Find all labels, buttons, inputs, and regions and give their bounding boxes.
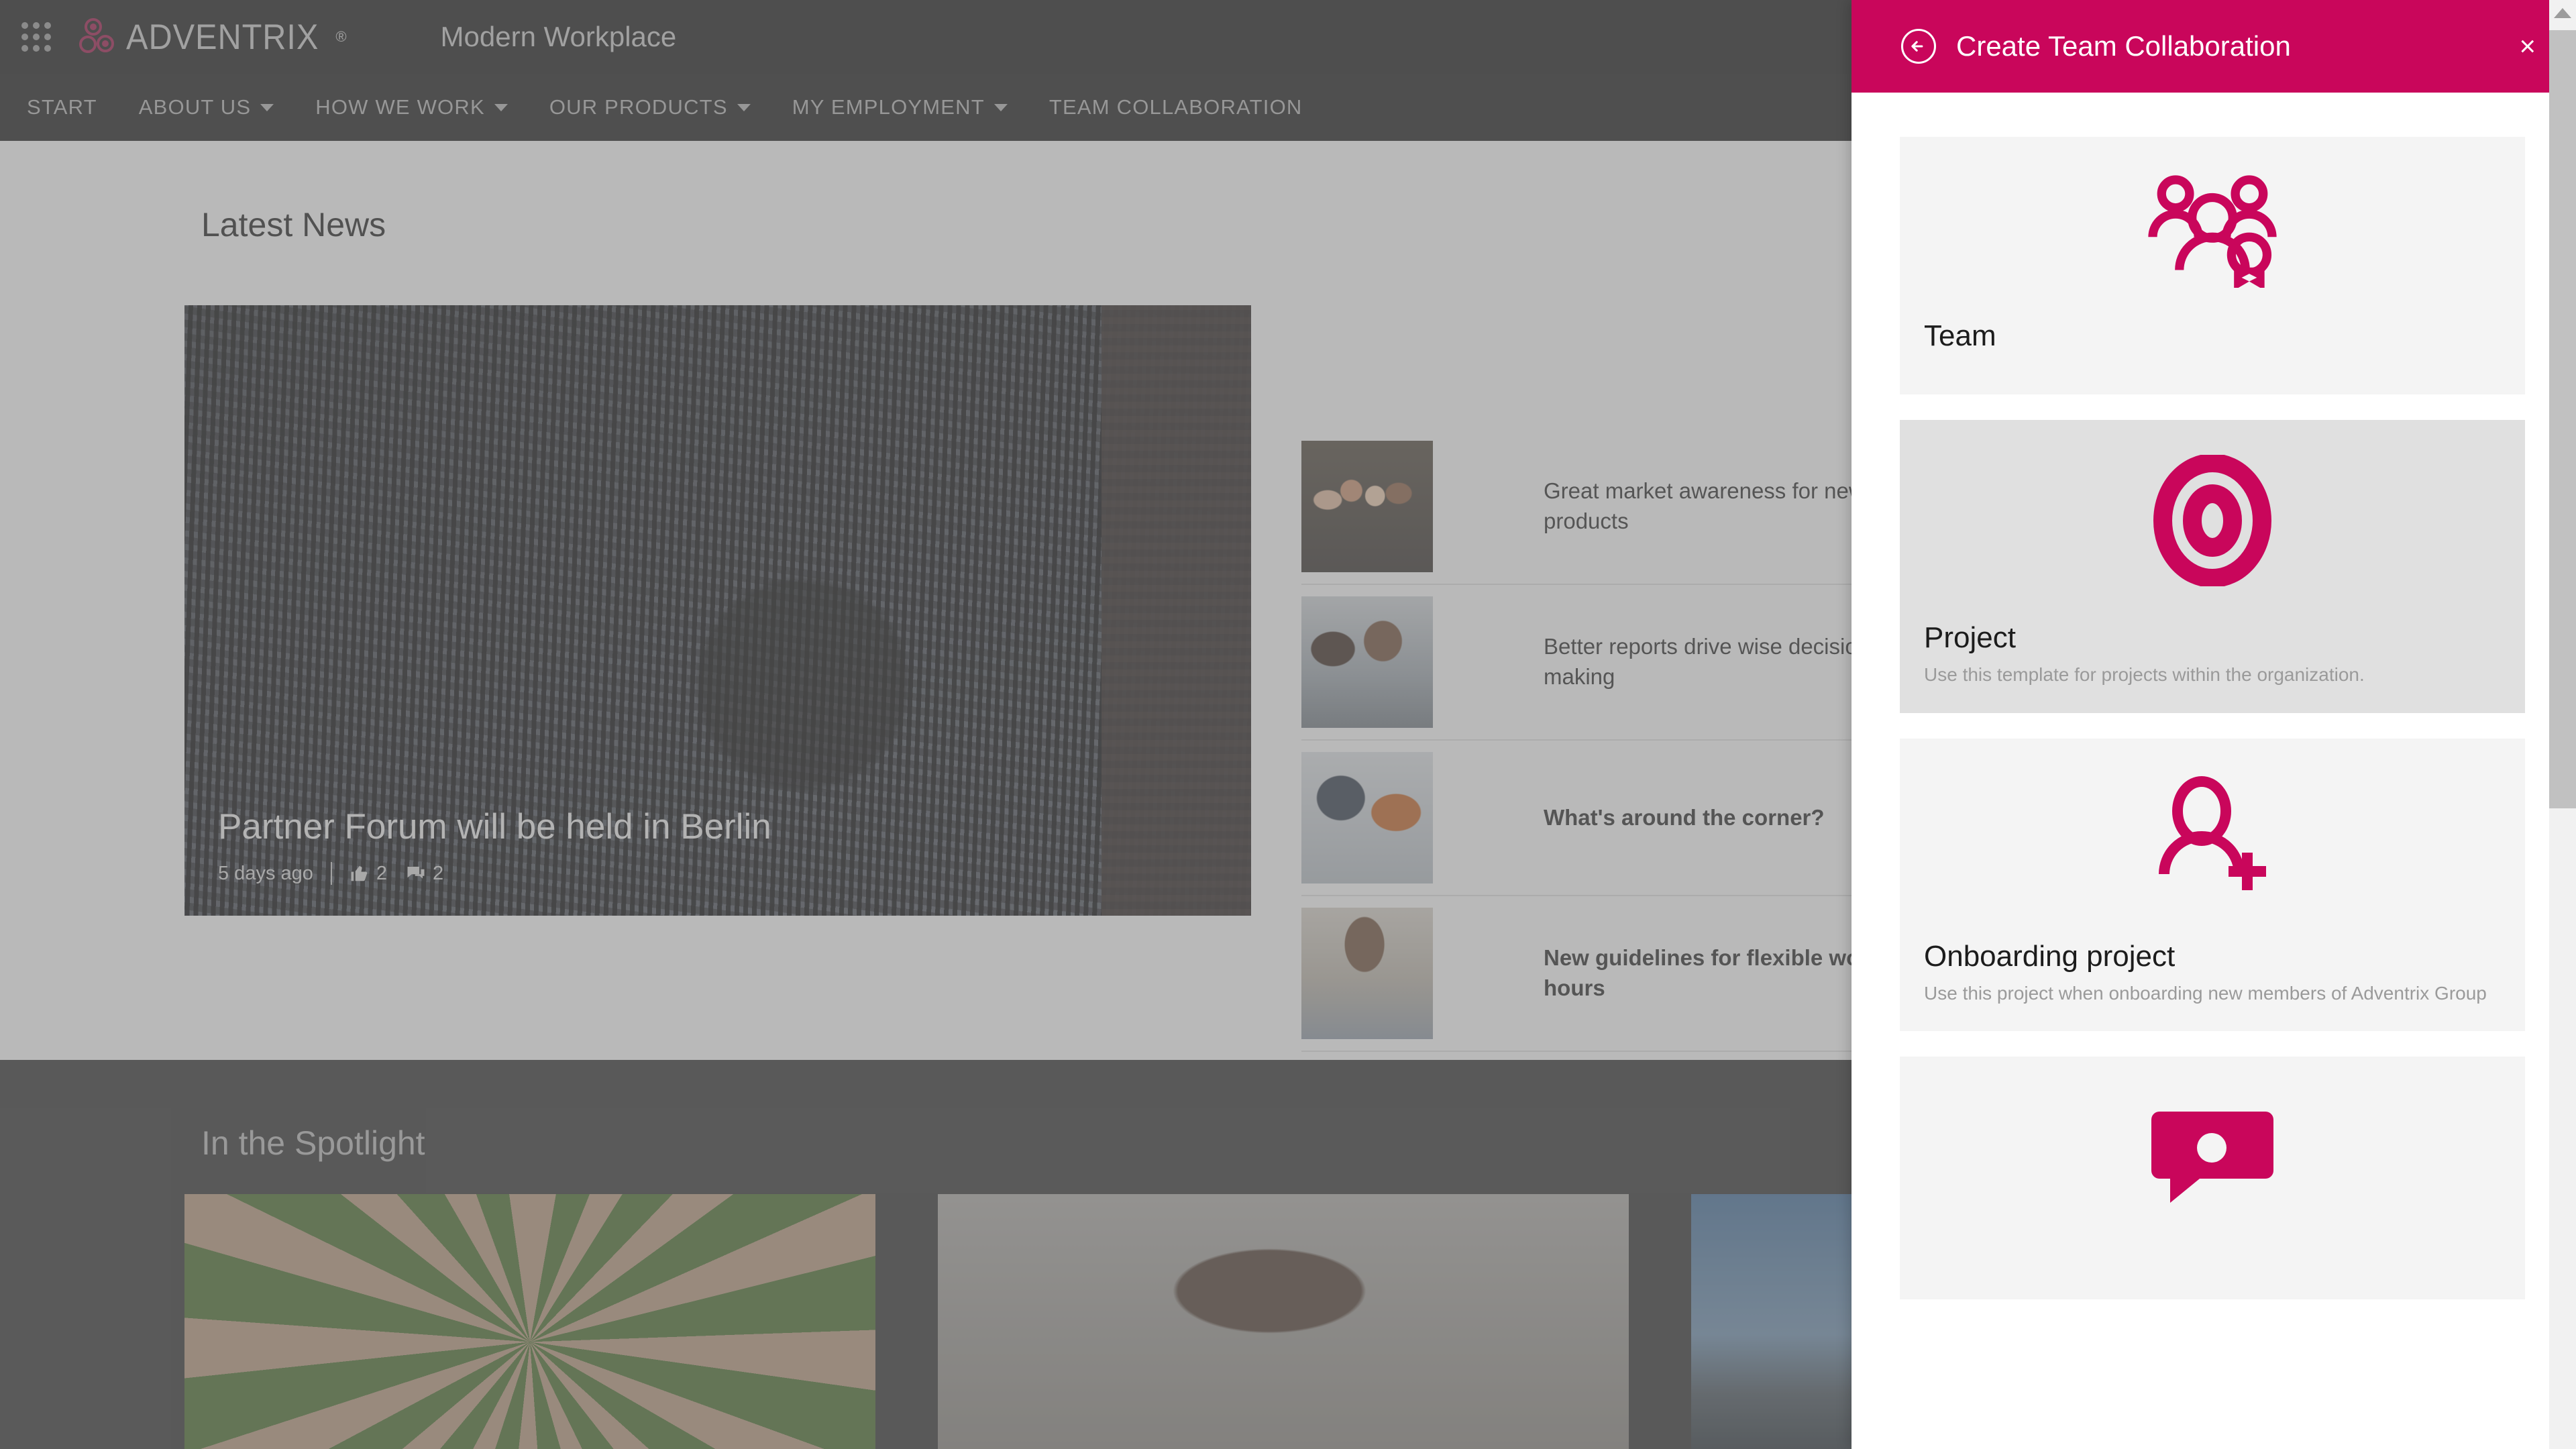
target-bullseye-icon: [1924, 420, 2501, 621]
create-team-collaboration-panel: Create Team Collaboration × Team Project…: [1851, 0, 2576, 1449]
modal-dim-overlay[interactable]: [0, 0, 1851, 1449]
template-description: Use this template for projects within th…: [1924, 664, 2365, 685]
template-name: Onboarding project: [1924, 939, 2176, 973]
scroll-up-arrow-icon[interactable]: [2554, 8, 2571, 18]
panel-body: Team Project Use this template for proje…: [1851, 93, 2576, 1449]
scrollbar-thumb[interactable]: [2549, 30, 2576, 808]
panel-header: Create Team Collaboration ×: [1851, 0, 2576, 93]
template-card-team[interactable]: Team: [1900, 137, 2525, 394]
page-scrollbar[interactable]: [2549, 0, 2576, 1449]
template-card-project[interactable]: Project Use this template for projects w…: [1900, 420, 2525, 713]
circle-arrow-left-icon[interactable]: [1900, 28, 1937, 65]
template-card-onboarding-project[interactable]: Onboarding project Use this project when…: [1900, 738, 2525, 1032]
template-card-partial[interactable]: [1900, 1057, 2525, 1300]
template-name: [1924, 1258, 2501, 1265]
person-add-icon: [1924, 739, 2501, 940]
template-name: Project: [1924, 621, 2016, 654]
three-people-with-badge-icon: [1924, 137, 2501, 319]
chat-bubble-icon: [1924, 1057, 2501, 1258]
close-icon[interactable]: ×: [2519, 32, 2536, 60]
template-name: Team: [1924, 319, 1996, 352]
template-description: Use this project when onboarding new mem…: [1924, 982, 2487, 1004]
panel-title: Create Team Collaboration: [1956, 30, 2291, 62]
